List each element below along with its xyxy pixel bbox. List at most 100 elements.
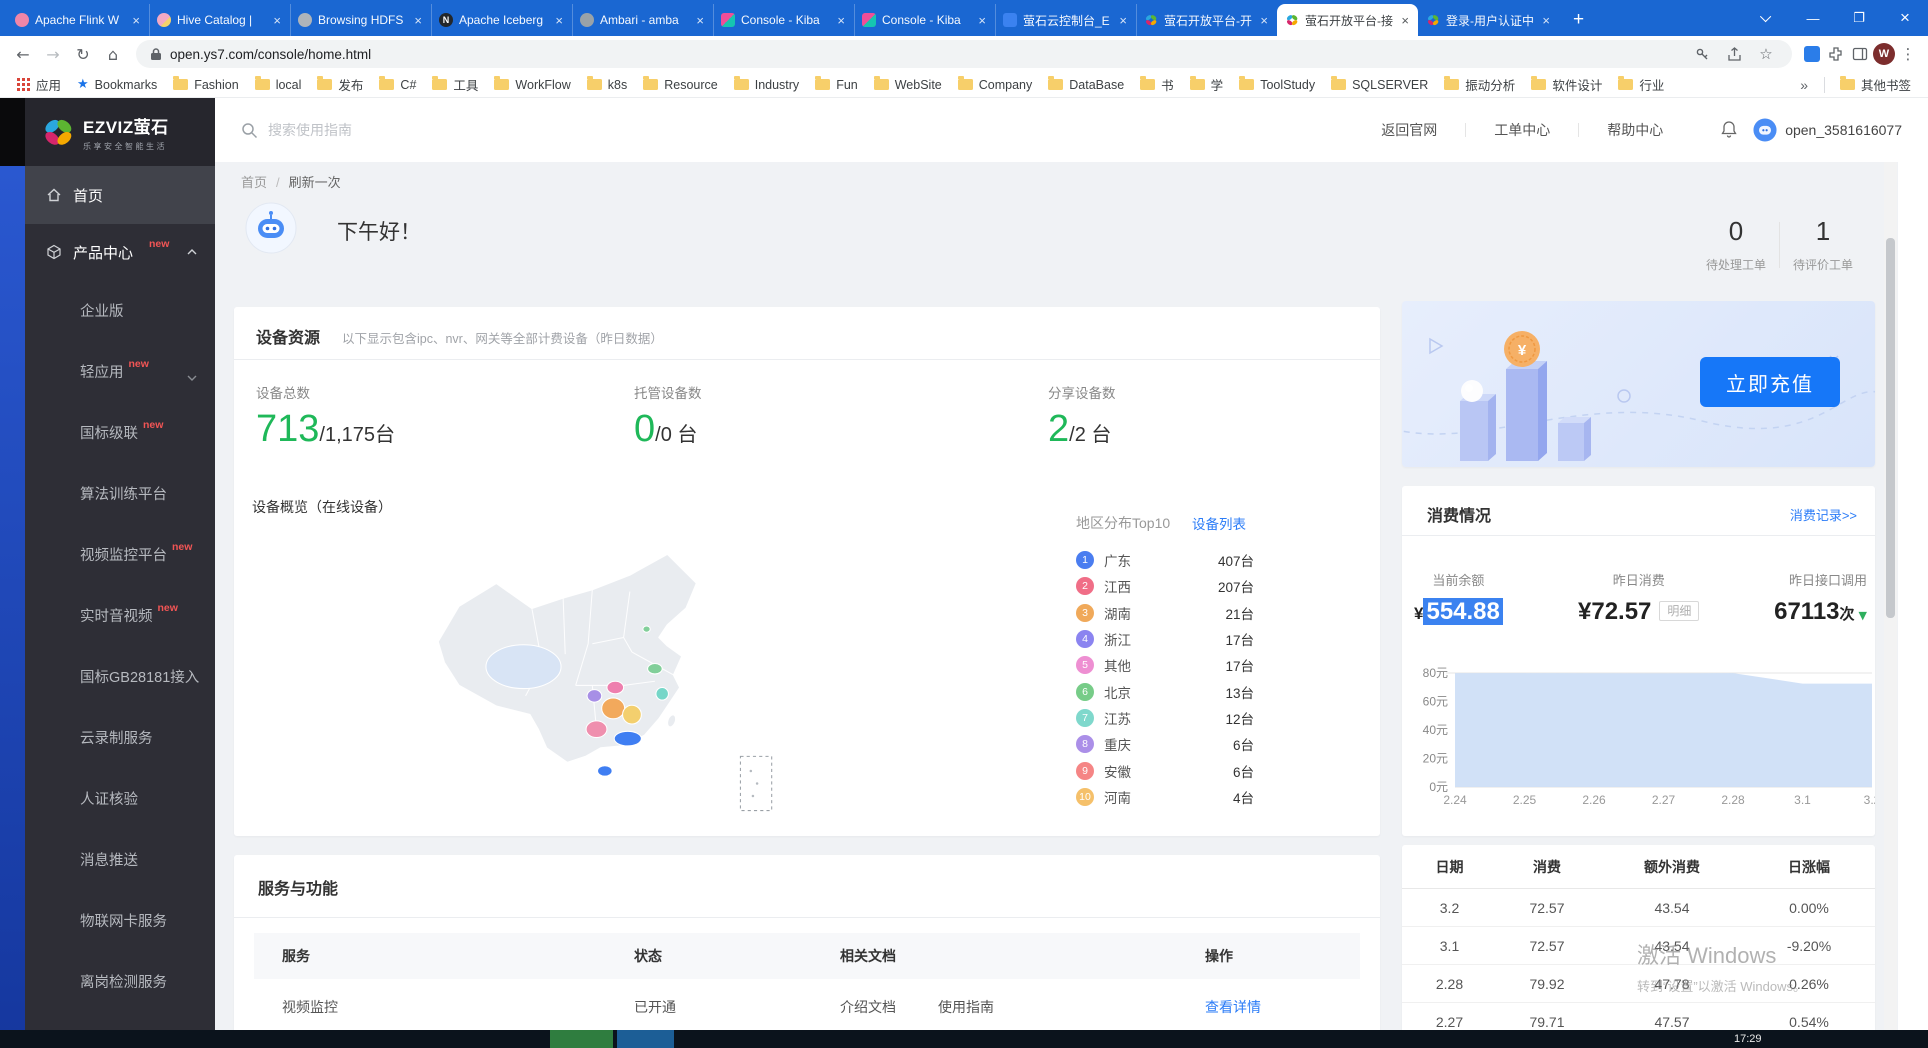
pending-orders[interactable]: 0 待处理工单 — [1693, 216, 1779, 273]
profile-avatar[interactable]: W — [1872, 42, 1896, 66]
bookmark-folder[interactable]: ToolStudy — [1232, 76, 1322, 94]
rating-orders[interactable]: 1 待评价工单 — [1780, 216, 1866, 273]
browser-tab[interactable]: 登录-用户认证中× — [1418, 4, 1559, 36]
forward-icon[interactable]: → — [38, 39, 68, 69]
bookmark-folder[interactable]: Industry — [727, 76, 806, 94]
bookmark-folder[interactable]: 软件设计 — [1524, 73, 1609, 96]
bookmark-folder[interactable]: WebSite — [867, 76, 949, 94]
bookmark-folder[interactable]: Company — [951, 76, 1040, 94]
bookmark-folder[interactable]: 学 — [1183, 73, 1231, 96]
detail-button[interactable]: 明细 — [1659, 601, 1699, 621]
device-list-link[interactable]: 设备列表 — [1192, 513, 1246, 533]
bookmark-folder[interactable]: Resource — [636, 76, 725, 94]
sidebar-item-product-center[interactable]: 产品中心 new — [25, 224, 215, 280]
topbar-link-1[interactable]: 工单中心 — [1466, 120, 1578, 140]
topbar-link-0[interactable]: 返回官网 — [1353, 120, 1465, 140]
share-icon[interactable] — [1722, 42, 1746, 66]
back-icon[interactable]: ← — [8, 39, 38, 69]
sidebar-item-轻应用[interactable]: 轻应用new — [25, 341, 215, 402]
doc-guide-link[interactable]: 使用指南 — [938, 999, 994, 1015]
taskbar-app-blue[interactable] — [617, 1030, 674, 1048]
tab-close-icon[interactable]: × — [694, 13, 706, 28]
tab-close-icon[interactable]: × — [976, 13, 988, 28]
sidebar-item-消息推送[interactable]: 消息推送 — [25, 829, 215, 890]
sidebar-item-home[interactable]: 首页 — [25, 166, 215, 224]
bookmarks-overflow-icon[interactable]: » — [1792, 77, 1816, 93]
bookmark-folder[interactable]: 行业 — [1611, 73, 1671, 96]
bookmark-folder[interactable]: Fun — [808, 76, 865, 94]
tab-close-icon[interactable]: × — [1399, 13, 1411, 28]
sidebar-item-云录制服务[interactable]: 云录制服务 — [25, 707, 215, 768]
tab-close-icon[interactable]: × — [1258, 13, 1270, 28]
bookmark-folder[interactable]: 工具 — [425, 73, 485, 96]
translate-extension-icon[interactable] — [1800, 42, 1824, 66]
reading-list-icon[interactable] — [1848, 42, 1872, 66]
bookmark-apps[interactable]: 应用 — [10, 73, 68, 96]
tab-close-icon[interactable]: × — [130, 13, 142, 28]
tab-close-icon[interactable]: × — [412, 13, 424, 28]
sidebar-item-物联网卡服务[interactable]: 物联网卡服务 — [25, 890, 215, 951]
extensions-puzzle-icon[interactable] — [1824, 42, 1848, 66]
bookmark-folder[interactable]: DataBase — [1041, 76, 1131, 94]
tab-close-icon[interactable]: × — [835, 13, 847, 28]
browser-tab[interactable]: Console - Kiba× — [854, 4, 995, 36]
notification-bell-icon[interactable] — [1721, 120, 1737, 141]
sidebar-item-国标级联[interactable]: 国标级联new — [25, 402, 215, 463]
consumption-records-link[interactable]: 消费记录>> — [1790, 505, 1857, 524]
close-icon[interactable]: × — [1882, 0, 1928, 36]
sidebar-item-算法训练平台[interactable]: 算法训练平台 — [25, 463, 215, 524]
tab-close-icon[interactable]: × — [271, 13, 283, 28]
browser-tab[interactable]: 萤石开放平台-开× — [1136, 4, 1277, 36]
url-bar[interactable]: open.ys7.com/console/home.html ☆ — [136, 40, 1792, 68]
home-icon[interactable]: ⌂ — [98, 39, 128, 69]
bookmark-folder[interactable]: k8s — [580, 76, 634, 94]
sidebar-item-离岗检测服务[interactable]: 离岗检测服务 — [25, 951, 215, 1012]
maximize-icon[interactable]: ❐ — [1836, 0, 1882, 36]
bookmark-star-icon[interactable]: ☆ — [1754, 42, 1778, 66]
scrollbar-thumb[interactable] — [1886, 238, 1895, 618]
new-tab-button[interactable]: + — [1559, 4, 1598, 36]
sidebar-item-视频监控平台[interactable]: 视频监控平台new — [25, 524, 215, 585]
password-key-icon[interactable] — [1690, 42, 1714, 66]
bookmark-folder[interactable]: Fashion — [166, 76, 245, 94]
recharge-now-button[interactable]: 立即充值 — [1700, 357, 1840, 407]
bookmark-folder[interactable]: C# — [372, 76, 423, 94]
username[interactable]: open_3581616077 — [1785, 122, 1902, 138]
decrease-triangle-icon[interactable]: ▼ — [1859, 609, 1867, 622]
browser-tab[interactable]: Ambari - amba× — [572, 4, 713, 36]
bookmark-bookmarks[interactable]: ★Bookmarks — [70, 75, 164, 94]
sidebar-item-企业版[interactable]: 企业版 — [25, 280, 215, 341]
sidebar-item-国标GB28181接入[interactable]: 国标GB28181接入 — [25, 646, 215, 707]
windows-taskbar[interactable]: 17:29 — [0, 1030, 1928, 1048]
browser-tab[interactable]: Console - Kiba× — [713, 4, 854, 36]
tab-close-icon[interactable]: × — [1540, 13, 1552, 28]
browser-tab[interactable]: NApache Iceberg× — [431, 4, 572, 36]
bookmark-folder[interactable]: 书 — [1133, 73, 1181, 96]
taskbar-app-green[interactable] — [550, 1030, 613, 1048]
refresh-icon[interactable]: ↻ — [68, 39, 98, 69]
browser-tab[interactable]: 萤石云控制台_E× — [995, 4, 1136, 36]
other-bookmarks[interactable]: 其他书签 — [1833, 73, 1918, 96]
tab-search-chevron-icon[interactable] — [1744, 0, 1790, 36]
minimize-icon[interactable]: — — [1790, 0, 1836, 36]
browser-tab[interactable]: 萤石开放平台-接× — [1277, 4, 1418, 36]
bookmark-folder[interactable]: 发布 — [310, 73, 370, 96]
bookmark-folder[interactable]: local — [248, 76, 309, 94]
chrome-menu-icon[interactable]: ⋮ — [1896, 42, 1920, 66]
sidebar-item-人证核验[interactable]: 人证核验 — [25, 768, 215, 829]
bookmark-folder[interactable]: SQLSERVER — [1324, 76, 1435, 94]
browser-tab[interactable]: Hive Catalog |× — [149, 4, 290, 36]
view-details-link[interactable]: 查看详情 — [1205, 999, 1261, 1015]
topbar-link-2[interactable]: 帮助中心 — [1579, 120, 1691, 140]
bookmark-folder[interactable]: 振动分析 — [1437, 73, 1522, 96]
page-scrollbar[interactable] — [1884, 98, 1897, 1030]
tab-close-icon[interactable]: × — [1117, 13, 1129, 28]
browser-tab[interactable]: Apache Flink W× — [8, 4, 149, 36]
user-avatar[interactable] — [1753, 118, 1777, 142]
guide-search[interactable] — [241, 122, 548, 139]
search-input[interactable] — [268, 122, 548, 138]
browser-tab[interactable]: Browsing HDFS× — [290, 4, 431, 36]
tab-close-icon[interactable]: × — [553, 13, 565, 28]
breadcrumb-home[interactable]: 首页 — [241, 175, 267, 190]
sidebar-item-实时音视频[interactable]: 实时音视频new — [25, 585, 215, 646]
